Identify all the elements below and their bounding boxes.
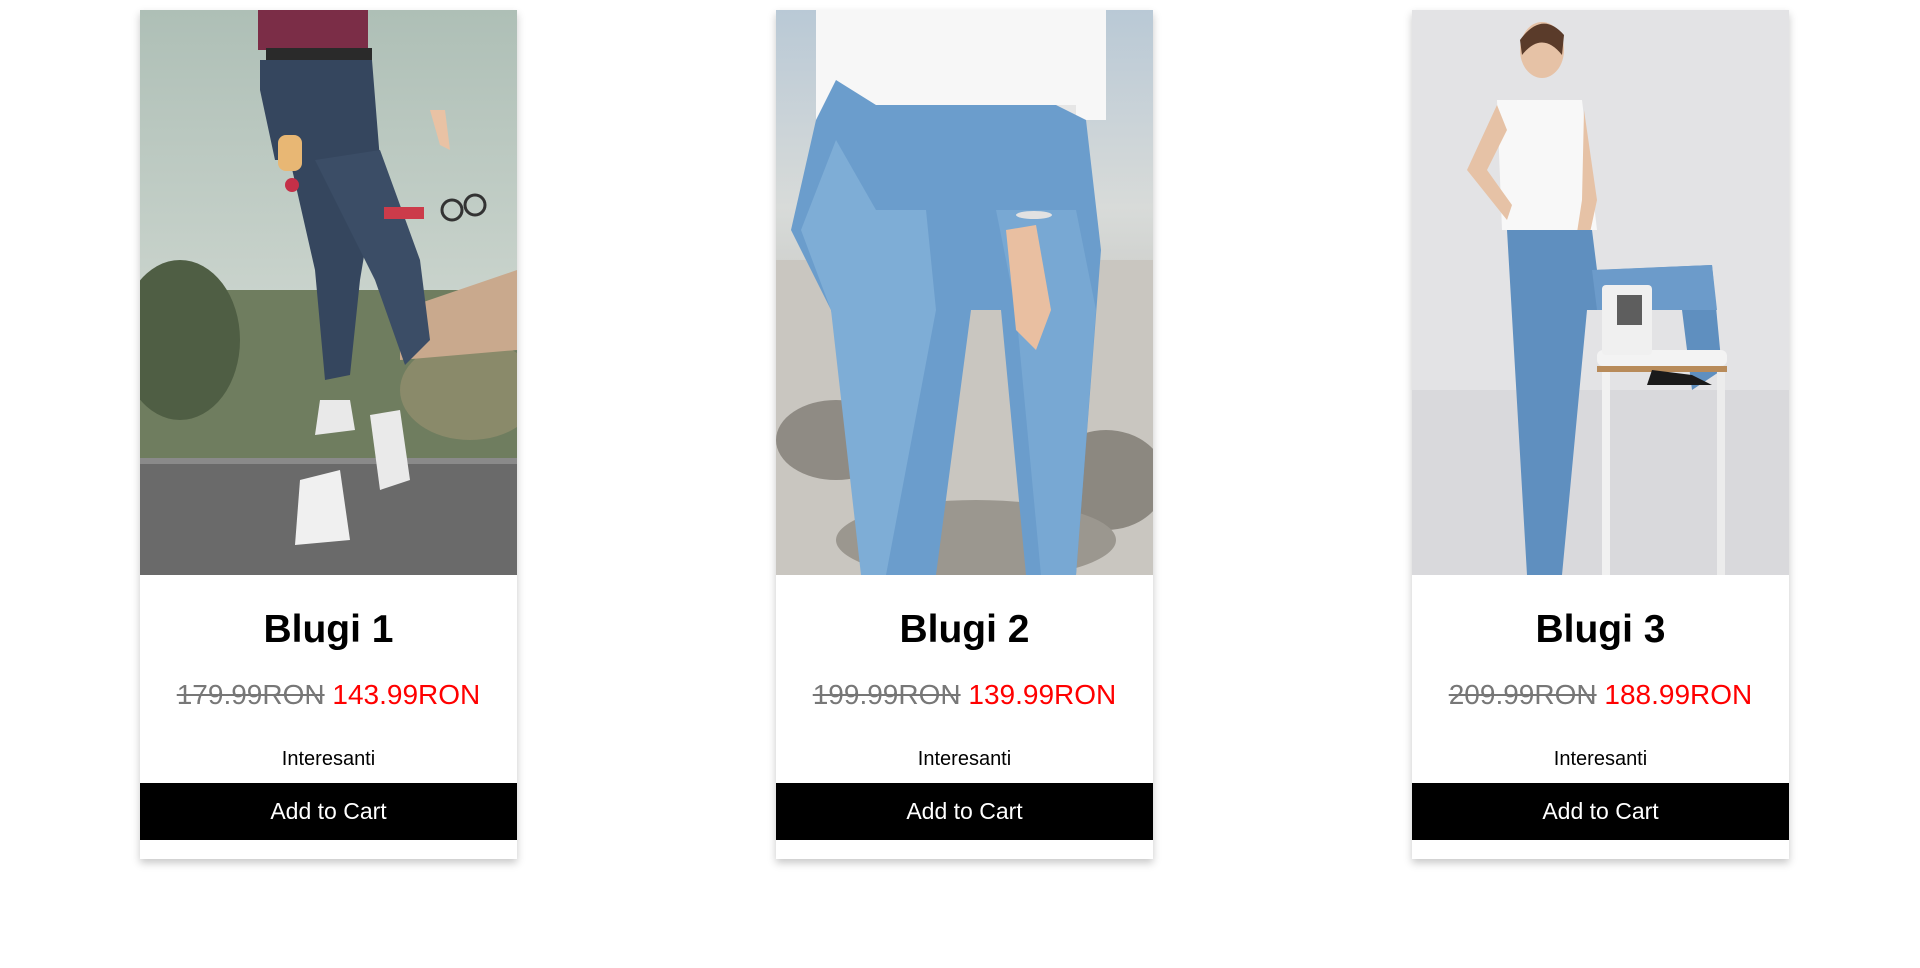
product-card-3: Blugi 3 209.99RON 188.99RON Interesanti … xyxy=(1412,10,1789,859)
product-title-3: Blugi 3 xyxy=(1535,608,1666,651)
product-grid: Blugi 1 179.99RON 143.99RON Interesanti … xyxy=(0,0,1920,968)
old-price-2: 199.99RON xyxy=(812,679,961,710)
product-image-3 xyxy=(1412,10,1789,575)
product-description-3: Interesanti xyxy=(1553,748,1648,770)
product-title-2: Blugi 2 xyxy=(899,608,1030,651)
old-price-3: 209.99RON xyxy=(1448,679,1597,710)
add-to-cart-button-2[interactable]: Add to Cart xyxy=(776,783,1153,840)
old-price-1: 179.99RON xyxy=(176,679,325,710)
add-to-cart-button-1[interactable]: Add to Cart xyxy=(140,783,517,840)
product-title-1: Blugi 1 xyxy=(263,608,394,651)
product-card-2: Blugi 2 199.99RON 139.99RON Interesanti … xyxy=(776,10,1153,859)
product-card-1: Blugi 1 179.99RON 143.99RON Interesanti … xyxy=(140,10,517,859)
new-price-2: 139.99RON xyxy=(968,679,1117,710)
product-price-2: 199.99RON 139.99RON xyxy=(776,678,1153,712)
product-price-1: 179.99RON 143.99RON xyxy=(140,678,517,712)
product-image-2 xyxy=(776,10,1153,575)
product-description-2: Interesanti xyxy=(917,748,1012,770)
product-price-3: 209.99RON 188.99RON xyxy=(1412,678,1789,712)
product-image-1 xyxy=(140,10,517,575)
new-price-1: 143.99RON xyxy=(332,679,481,710)
product-description-1: Interesanti xyxy=(281,748,376,770)
add-to-cart-button-3[interactable]: Add to Cart xyxy=(1412,783,1789,840)
new-price-3: 188.99RON xyxy=(1604,679,1753,710)
